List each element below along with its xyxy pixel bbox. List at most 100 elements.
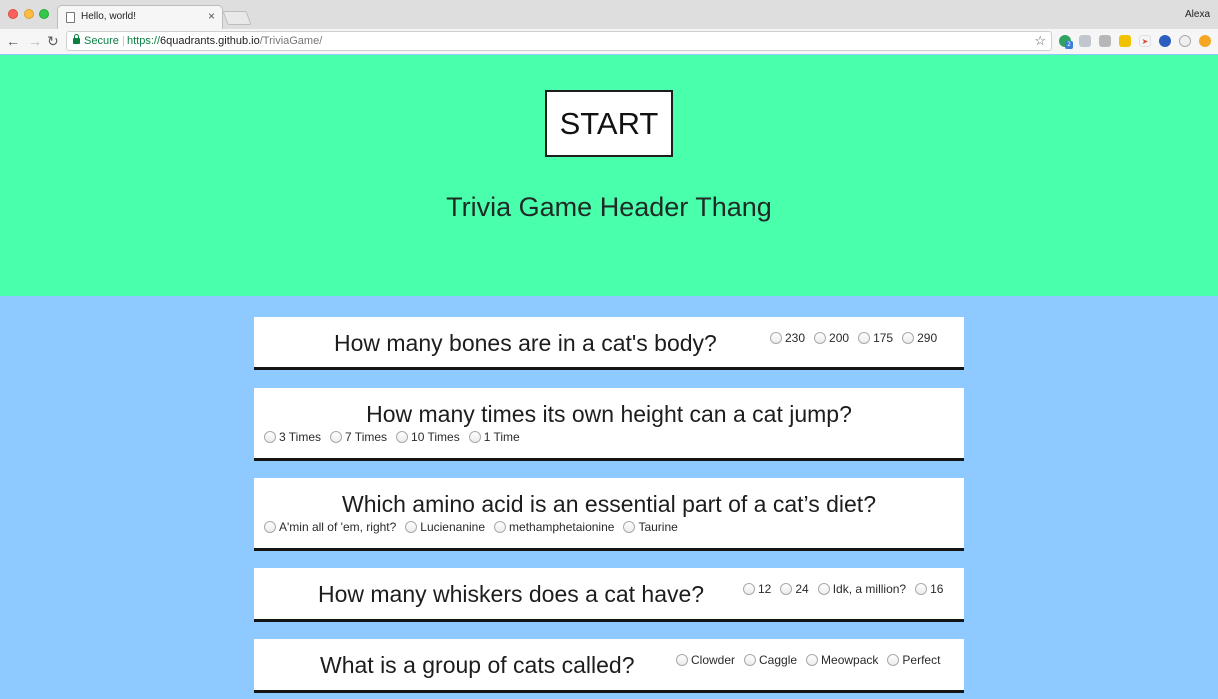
- url-path: /TriviaGame/: [259, 35, 323, 47]
- profile-name[interactable]: Alexa: [1185, 9, 1210, 20]
- answer-label: Taurine: [638, 520, 678, 534]
- new-tab-button[interactable]: [222, 11, 252, 25]
- radio-button[interactable]: [405, 521, 418, 533]
- answer-option[interactable]: 24: [780, 582, 809, 596]
- extension-dropbox-icon[interactable]: [1079, 35, 1091, 47]
- answer-label: A'min all of 'em, right?: [279, 520, 397, 534]
- radio-button[interactable]: [915, 583, 928, 595]
- extension-gray-icon[interactable]: [1099, 35, 1111, 47]
- radio-button[interactable]: [902, 332, 915, 344]
- extension-arrow-icon[interactable]: ➤: [1139, 35, 1151, 47]
- answer-label: 10 Times: [411, 430, 460, 444]
- window-minimize-button[interactable]: [24, 9, 34, 19]
- extension-circle-icon[interactable]: [1179, 35, 1191, 47]
- lock-icon: [73, 34, 80, 44]
- extension-yellow-icon[interactable]: [1119, 35, 1131, 47]
- answer-label: 7 Times: [345, 430, 388, 444]
- answer-option[interactable]: 1 Time: [468, 430, 520, 444]
- answer-option[interactable]: 200: [814, 331, 849, 345]
- radio-button[interactable]: [623, 521, 636, 533]
- radio-button[interactable]: [780, 583, 793, 595]
- tab-close-icon[interactable]: ×: [208, 9, 215, 23]
- url-scheme: https://: [127, 35, 161, 47]
- answer-label: 1 Time: [483, 430, 520, 444]
- answer-option[interactable]: Taurine: [623, 520, 678, 534]
- answer-label: 12: [758, 582, 772, 596]
- answer-label: Clowder: [691, 653, 736, 667]
- tab-bar: Hello, world! × Alexa: [0, 0, 1218, 30]
- url-separator: |: [122, 35, 125, 47]
- radio-button[interactable]: [468, 431, 481, 443]
- answer-option[interactable]: 16: [915, 582, 943, 596]
- answer-option[interactable]: 7 Times: [330, 430, 387, 444]
- window-close-button[interactable]: [8, 9, 18, 19]
- radio-button[interactable]: [817, 583, 830, 595]
- browser-tab[interactable]: Hello, world! ×: [57, 5, 223, 30]
- answer-label: Caggle: [759, 653, 798, 667]
- radio-button[interactable]: [676, 654, 688, 666]
- answer-option[interactable]: Meowpack: [806, 653, 878, 667]
- radio-button[interactable]: [806, 654, 819, 666]
- radio-button[interactable]: [770, 332, 782, 344]
- browser-toolbar: ← → ↻ Secure | https://6quadrants.github…: [0, 29, 1218, 54]
- radio-button[interactable]: [330, 431, 343, 443]
- answer-label: Perfect: [902, 653, 941, 667]
- question-card: Which amino acid is an essential part of…: [254, 478, 964, 551]
- radio-button[interactable]: [744, 654, 757, 666]
- answer-option[interactable]: Clowder: [676, 653, 735, 667]
- window-maximize-button[interactable]: [39, 9, 49, 19]
- back-arrow-icon[interactable]: ←: [6, 33, 20, 49]
- secure-label: Secure: [84, 35, 119, 47]
- question-text: How many times its own height can a cat …: [366, 401, 852, 427]
- answer-label: 3 Times: [279, 430, 322, 444]
- answer-label: 230: [785, 331, 806, 345]
- url-host: 6quadrants.github.io: [160, 35, 260, 47]
- radio-button[interactable]: [264, 431, 276, 443]
- question-text: How many bones are in a cat's body?: [334, 330, 717, 356]
- radio-button[interactable]: [494, 521, 507, 533]
- question-card: How many whiskers does a cat have? 12 24…: [254, 568, 964, 622]
- address-bar[interactable]: Secure | https://6quadrants.github.io/Tr…: [66, 31, 1052, 51]
- extension-orange-icon[interactable]: [1199, 35, 1211, 47]
- question-card: What is a group of cats called? Clowder …: [254, 639, 964, 693]
- answer-option[interactable]: 12: [743, 582, 771, 596]
- answer-option[interactable]: Lucienanine: [405, 520, 485, 534]
- answer-label: Meowpack: [821, 653, 879, 667]
- answer-label: Idk, a million?: [832, 582, 907, 596]
- answer-option[interactable]: Caggle: [744, 653, 797, 667]
- answer-option[interactable]: 175: [858, 331, 893, 345]
- answer-label: 175: [873, 331, 894, 345]
- extension-blue-icon[interactable]: [1159, 35, 1171, 47]
- answer-label: 290: [917, 331, 938, 345]
- bookmark-star-icon[interactable]: ☆: [1034, 33, 1046, 49]
- radio-button[interactable]: [887, 654, 900, 666]
- question-card: How many times its own height can a cat …: [254, 388, 964, 461]
- browser-chrome: Hello, world! × Alexa ← → ↻ Secure | htt…: [0, 0, 1218, 54]
- answer-option[interactable]: 10 Times: [396, 430, 460, 444]
- forward-arrow-icon[interactable]: →: [28, 33, 42, 49]
- radio-button[interactable]: [396, 431, 409, 443]
- answer-option[interactable]: 3 Times: [264, 430, 321, 444]
- url-text[interactable]: https://6quadrants.github.io/TriviaGame/: [127, 35, 322, 47]
- start-button[interactable]: START: [545, 90, 673, 157]
- radio-button[interactable]: [743, 583, 755, 595]
- answer-option[interactable]: 230: [770, 331, 805, 345]
- radio-button[interactable]: [264, 521, 276, 533]
- radio-button[interactable]: [814, 332, 827, 344]
- answer-label: Lucienanine: [420, 520, 486, 534]
- answer-option[interactable]: Idk, a million?: [817, 582, 907, 596]
- answer-label: 200: [829, 331, 850, 345]
- answer-options: A'min all of 'em, right? Lucienanine met…: [264, 520, 687, 534]
- answer-option[interactable]: 290: [902, 331, 937, 345]
- question-text: How many whiskers does a cat have?: [318, 581, 705, 607]
- answer-options: 12 24 Idk, a million? 16: [743, 582, 952, 596]
- question-text: What is a group of cats called?: [320, 652, 635, 678]
- reload-icon[interactable]: ↻: [47, 33, 59, 49]
- answer-option[interactable]: A'min all of 'em, right?: [264, 520, 396, 534]
- page-icon: [66, 12, 75, 23]
- answer-option[interactable]: Perfect: [887, 653, 940, 667]
- answer-option[interactable]: methamphetaionine: [494, 520, 614, 534]
- radio-button[interactable]: [858, 332, 871, 344]
- answer-options: Clowder Caggle Meowpack Perfect: [676, 653, 949, 667]
- question-text: Which amino acid is an essential part of…: [342, 491, 876, 517]
